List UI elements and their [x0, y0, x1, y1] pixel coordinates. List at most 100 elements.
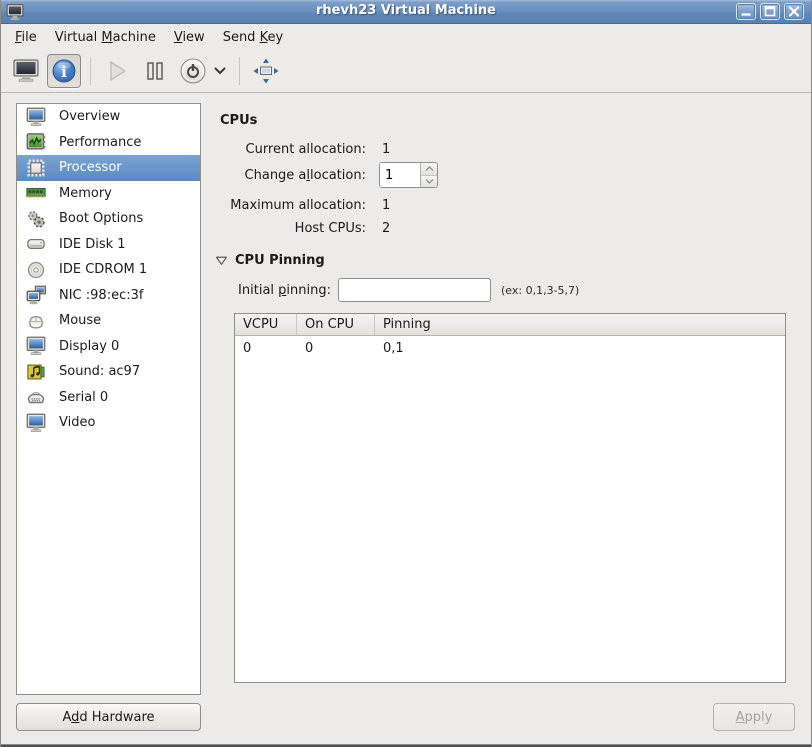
spin-up-button[interactable]	[421, 163, 437, 176]
sidebar-item-label: Mouse	[59, 313, 101, 328]
change-allocation-input[interactable]	[380, 163, 420, 187]
performance-chart-icon	[24, 131, 48, 153]
sidebar-item-label: NIC :98:ec:3f	[59, 288, 143, 303]
column-header-pinning[interactable]: Pinning	[375, 314, 785, 335]
sidebar-item-label: Overview	[59, 109, 120, 124]
menu-view[interactable]: View	[165, 27, 214, 48]
network-interface-icon	[24, 284, 48, 306]
toolbar-separator	[239, 57, 240, 85]
pinning-hint: (ex: 0,1,3-5,7)	[501, 284, 579, 297]
initial-pinning-row: Initial pinning: (ex: 0,1,3-5,7)	[238, 278, 579, 302]
maximum-allocation-value: 1	[382, 198, 390, 213]
sidebar-item-memory[interactable]: Memory	[17, 181, 200, 207]
cpus-section-title: CPUs	[220, 113, 257, 128]
vcpu-pinning-table: VCPU On CPU Pinning 0 0 0,1	[234, 313, 786, 683]
maximum-allocation-label: Maximum allocation:	[220, 198, 366, 213]
cpu-chip-icon	[24, 157, 48, 179]
current-allocation-value: 1	[382, 142, 390, 157]
fullscreen-icon	[252, 57, 280, 85]
console-view-button[interactable]	[9, 54, 43, 88]
cdrom-disc-icon	[24, 259, 48, 281]
serial-port-icon	[24, 386, 48, 408]
close-button[interactable]	[784, 3, 804, 20]
sidebar-item-serial-0[interactable]: Serial 0	[17, 385, 200, 411]
window-title: rhevh23 Virtual Machine	[1, 3, 811, 18]
gears-icon	[24, 208, 48, 230]
column-header-vcpu[interactable]: VCPU	[235, 314, 297, 335]
host-cpus-label: Host CPUs:	[220, 221, 366, 236]
info-icon: i	[51, 58, 77, 84]
sidebar-item-label: IDE CDROM 1	[59, 262, 147, 277]
run-button[interactable]	[100, 54, 134, 88]
sidebar-item-mouse[interactable]: Mouse	[17, 308, 200, 334]
sidebar-item-boot-options[interactable]: Boot Options	[17, 206, 200, 232]
table-row[interactable]: 0 0 0,1	[235, 336, 785, 360]
sidebar-item-label: Serial 0	[59, 390, 108, 405]
table-header: VCPU On CPU Pinning	[235, 314, 785, 336]
sidebar-item-label: Memory	[59, 186, 112, 201]
video-display-icon	[24, 412, 48, 434]
titlebar: rhevh23 Virtual Machine	[1, 0, 811, 24]
processor-panel: CPUs Current allocation: 1 Change alloca…	[211, 94, 812, 714]
expander-open-icon	[215, 254, 228, 267]
power-icon	[178, 56, 208, 86]
fullscreen-button[interactable]	[249, 54, 283, 88]
cpu-pinning-expander[interactable]: CPU Pinning	[215, 253, 325, 268]
change-allocation-spinner[interactable]	[379, 162, 438, 188]
hard-disk-icon	[24, 233, 48, 255]
spin-down-button[interactable]	[421, 176, 437, 188]
column-header-on-cpu[interactable]: On CPU	[297, 314, 375, 335]
sidebar-item-overview[interactable]: Overview	[17, 104, 200, 130]
initial-pinning-input[interactable]	[338, 278, 491, 302]
maximum-allocation-row: Maximum allocation: 1	[220, 195, 390, 215]
host-cpus-value: 2	[382, 221, 390, 236]
minimize-button[interactable]	[736, 3, 756, 20]
change-allocation-row: Change allocation:	[220, 162, 438, 188]
initial-pinning-label: Initial pinning:	[238, 283, 331, 298]
add-hardware-button[interactable]: Add Hardware	[16, 703, 201, 731]
pause-button[interactable]	[138, 54, 172, 88]
sidebar-item-label: Boot Options	[59, 211, 143, 226]
cell-on-cpu: 0	[297, 341, 375, 356]
sidebar-item-label: Display 0	[59, 339, 119, 354]
console-monitor-icon	[12, 58, 40, 84]
sidebar-item-sound[interactable]: Sound: ac97	[17, 359, 200, 385]
toolbar: i	[1, 49, 811, 93]
apply-button[interactable]: Apply	[713, 703, 795, 731]
cell-pinning: 0,1	[375, 341, 404, 356]
menu-send-key[interactable]: Send Key	[214, 27, 292, 48]
pause-icon	[143, 59, 167, 83]
sidebar-item-processor[interactable]: Processor	[17, 155, 200, 181]
chevron-down-icon	[214, 67, 226, 75]
hardware-list: Overview Performance Processor Memory Bo…	[16, 103, 201, 695]
sidebar-item-ide-cdrom-1[interactable]: IDE CDROM 1	[17, 257, 200, 283]
current-allocation-label: Current allocation:	[220, 142, 366, 157]
details-view-button[interactable]: i	[47, 54, 81, 88]
sidebar-item-ide-disk-1[interactable]: IDE Disk 1	[17, 232, 200, 258]
memory-module-icon	[24, 182, 48, 204]
display-icon	[24, 335, 48, 357]
computer-icon	[24, 106, 48, 128]
content-area: Overview Performance Processor Memory Bo…	[1, 94, 812, 745]
host-cpus-row: Host CPUs: 2	[220, 218, 390, 238]
sidebar-item-label: Performance	[59, 135, 141, 150]
mouse-icon	[24, 310, 48, 332]
sidebar-item-display-0[interactable]: Display 0	[17, 334, 200, 360]
sidebar-item-video[interactable]: Video	[17, 410, 200, 436]
maximize-button[interactable]	[760, 3, 780, 20]
sidebar-item-nic[interactable]: NIC :98:ec:3f	[17, 283, 200, 309]
menu-file[interactable]: File	[6, 27, 46, 48]
change-allocation-label: Change allocation:	[220, 168, 366, 183]
menu-virtual-machine[interactable]: Virtual Machine	[46, 27, 165, 48]
toolbar-separator	[90, 57, 91, 85]
svg-text:i: i	[61, 63, 67, 81]
current-allocation-row: Current allocation: 1	[220, 139, 390, 159]
sidebar-item-performance[interactable]: Performance	[17, 130, 200, 156]
shutdown-button[interactable]	[176, 54, 210, 88]
sound-card-icon	[24, 361, 48, 383]
sidebar-item-label: Sound: ac97	[59, 364, 140, 379]
sidebar-item-label: Video	[59, 415, 95, 430]
sidebar-item-label: Processor	[59, 160, 122, 175]
cpu-pinning-title: CPU Pinning	[235, 253, 325, 268]
shutdown-menu-button[interactable]	[210, 54, 230, 88]
